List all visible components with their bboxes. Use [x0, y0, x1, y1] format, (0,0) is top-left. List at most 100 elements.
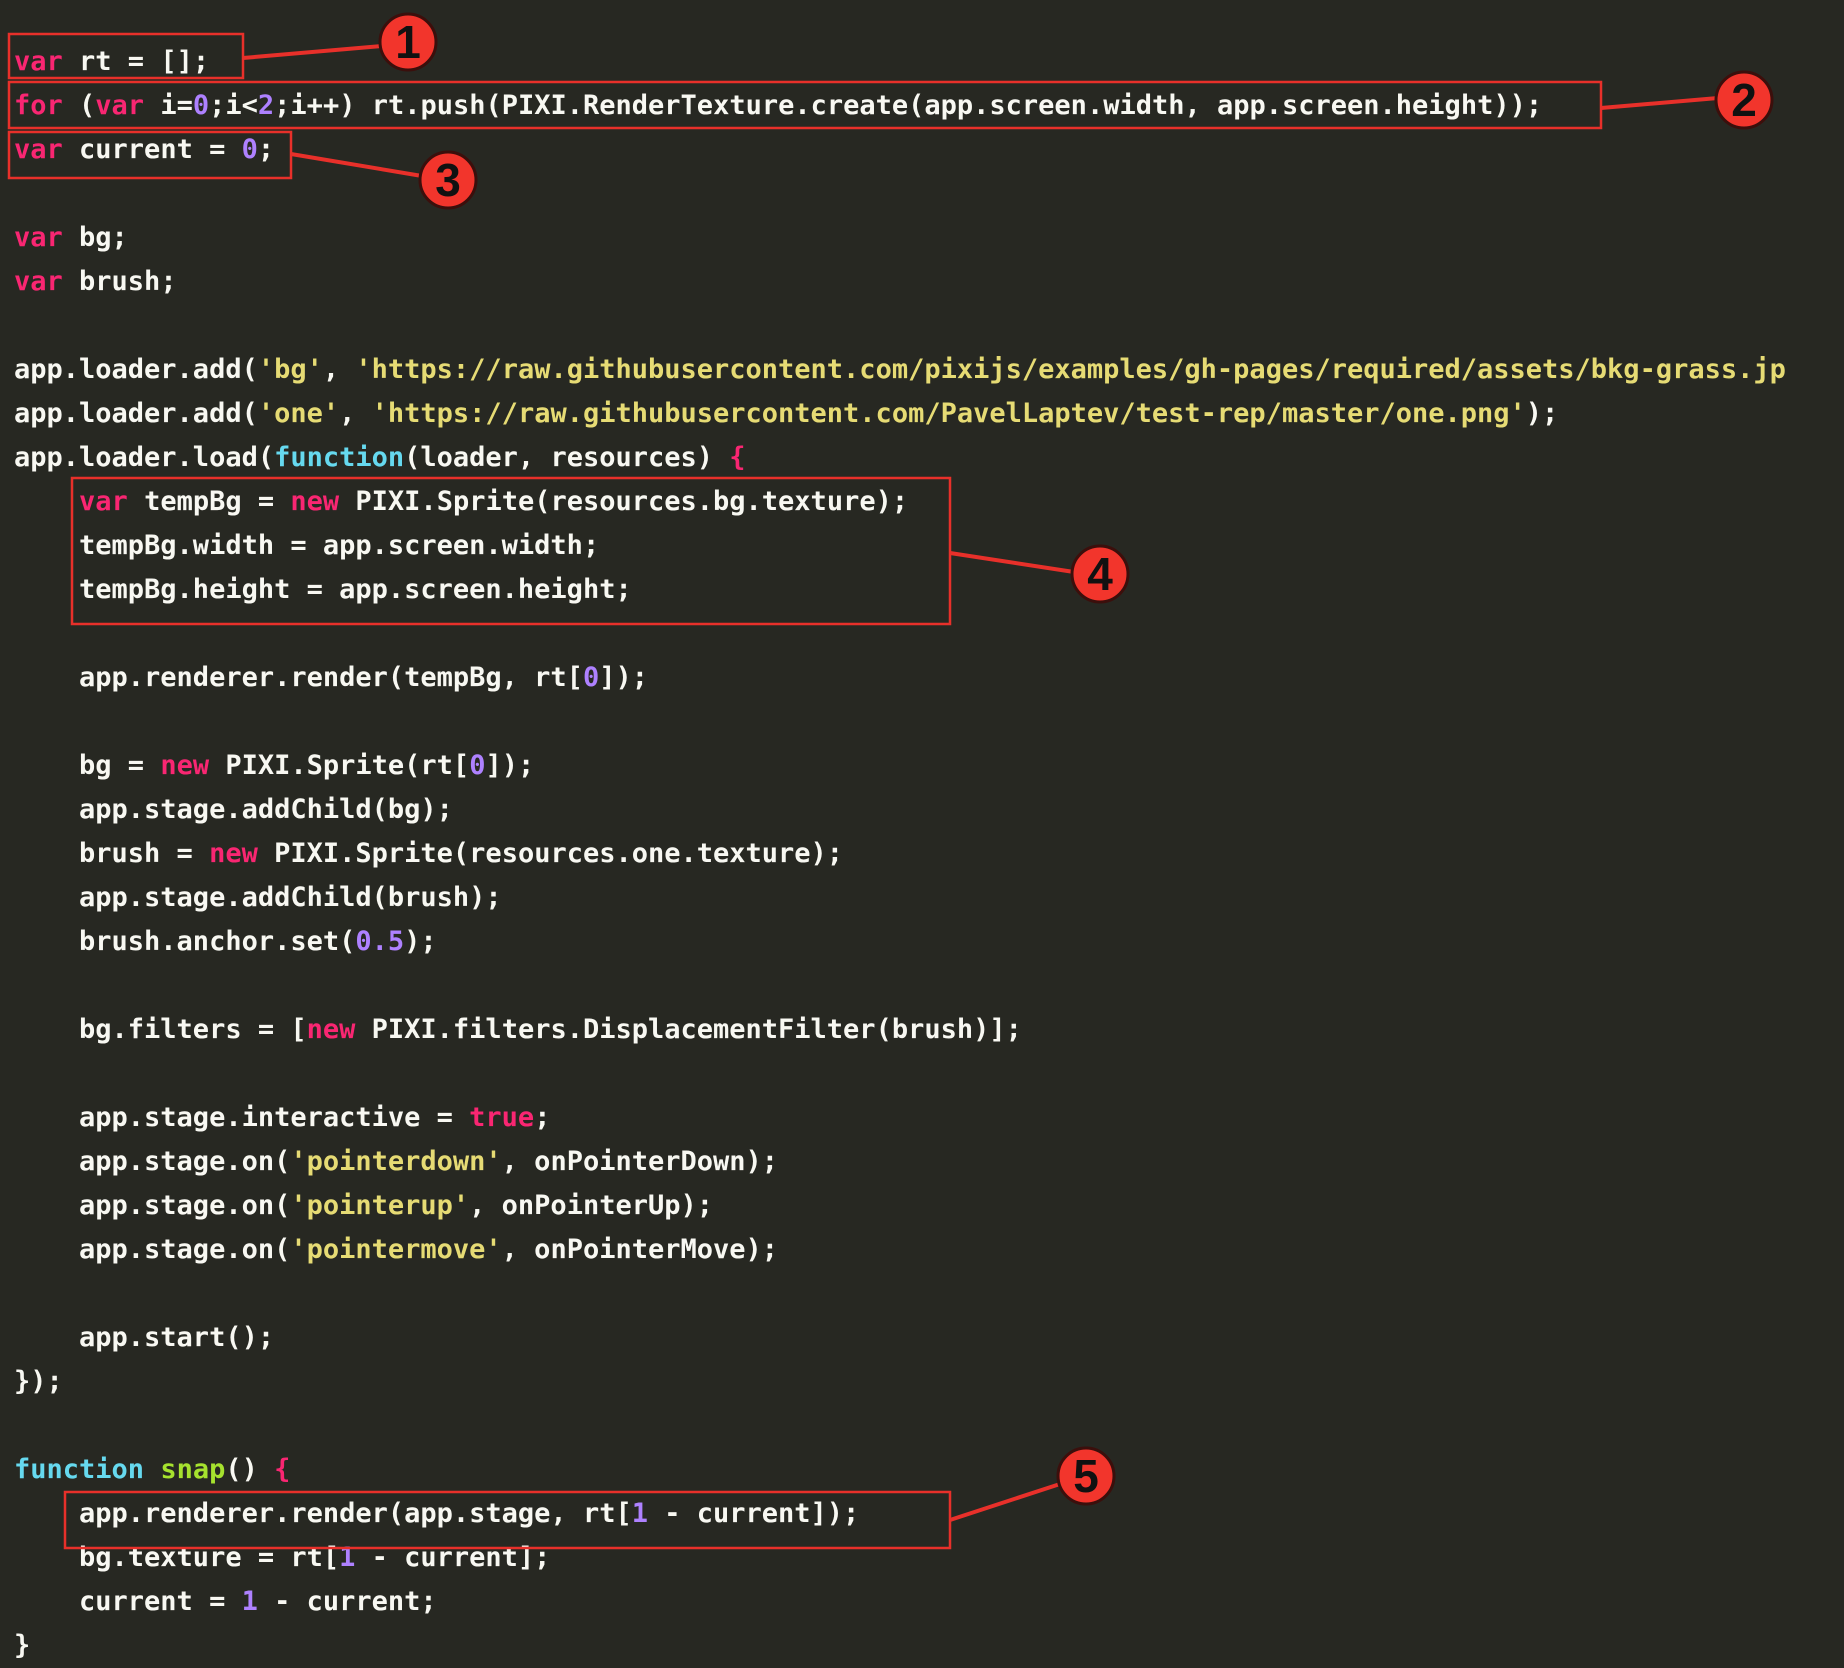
- code-line: app.loader.add('one', 'https://raw.githu…: [14, 392, 1786, 436]
- code-text: , onPointerMove);: [501, 1234, 779, 1265]
- code-line: app.stage.on('pointerup', onPointerUp);: [14, 1184, 1786, 1228]
- number-token: 0.5: [355, 926, 405, 957]
- code-text: current =: [62, 134, 242, 165]
- keyword-token: new: [306, 1014, 356, 1045]
- code-text: PIXI.Sprite(resources.bg.texture);: [339, 486, 909, 517]
- code-text: bg.filters = [: [14, 1014, 307, 1045]
- code-text: brush;: [62, 266, 177, 297]
- code-line: var bg;: [14, 216, 1786, 260]
- number-token: 1: [339, 1542, 356, 1573]
- code-text: app.loader.load(: [14, 442, 275, 473]
- code-text: PIXI.Sprite(resources.one.texture);: [257, 838, 844, 869]
- code-text: ;i<: [209, 90, 258, 121]
- keyword-token: true: [469, 1102, 535, 1133]
- number-token: 0: [469, 750, 486, 781]
- code-text: ]);: [485, 750, 535, 781]
- code-text: ;i++) rt.push(PIXI.RenderTexture.create(…: [274, 90, 1543, 121]
- code-text: , onPointerDown);: [501, 1146, 779, 1177]
- code-line: brush.anchor.set(0.5);: [14, 920, 1786, 964]
- code-text: ,: [339, 398, 372, 429]
- brace-token: {: [274, 1454, 291, 1485]
- code-line: app.renderer.render(app.stage, rt[1 - cu…: [14, 1492, 1786, 1536]
- code-text: - current;: [257, 1586, 437, 1617]
- code-line: bg.texture = rt[1 - current];: [14, 1536, 1786, 1580]
- code-text: app.stage.interactive =: [14, 1102, 470, 1133]
- code-text: bg =: [14, 750, 161, 781]
- keyword-token: new: [209, 838, 258, 869]
- code-text: rt = [];: [62, 46, 210, 77]
- code-line: tempBg.width = app.screen.width;: [14, 524, 1786, 568]
- number-token: 1: [631, 1498, 648, 1529]
- code-text: ,: [322, 354, 356, 385]
- number-token: 0: [582, 662, 600, 693]
- string-token: 'one': [257, 398, 340, 429]
- number-token: 0: [241, 134, 258, 165]
- code-text: bg;: [62, 222, 128, 253]
- code-text: tempBg.height = app.screen.height;: [14, 574, 632, 605]
- code-line: app.start();: [14, 1316, 1786, 1360]
- code-line: brush = new PIXI.Sprite(resources.one.te…: [14, 832, 1786, 876]
- function-name-token: snap: [160, 1454, 226, 1485]
- code-line: current = 1 - current;: [14, 1580, 1786, 1624]
- code-text: i=: [144, 90, 193, 121]
- code-text: PIXI.filters.DisplacementFilter(brush)];: [355, 1014, 1022, 1045]
- code-text: }: [14, 1630, 31, 1661]
- code-line: app.stage.interactive = true;: [14, 1096, 1786, 1140]
- string-token: 'pointermove': [290, 1234, 502, 1265]
- code-line: app.stage.addChild(bg);: [14, 788, 1786, 832]
- string-token: 'pointerup': [290, 1190, 470, 1221]
- code-block: var rt = []; for (var i=0;i<2;i++) rt.pus…: [14, 40, 1786, 1668]
- keyword-token: new: [290, 486, 340, 517]
- code-text: (loader, resources): [404, 442, 730, 473]
- keyword-token: var: [14, 134, 63, 165]
- code-text: ;: [534, 1102, 551, 1133]
- brace-token: {: [729, 442, 746, 473]
- code-text: app.start();: [14, 1322, 275, 1353]
- code-text: app.stage.on(: [14, 1146, 291, 1177]
- code-text: tempBg.width = app.screen.width;: [14, 530, 600, 561]
- code-text: PIXI.Sprite(rt[: [209, 750, 470, 781]
- code-text: app.loader.add(: [14, 398, 258, 429]
- code-line: app.renderer.render(tempBg, rt[0]);: [14, 656, 1786, 700]
- code-line: var current = 0;: [14, 128, 1786, 172]
- code-line: app.loader.load(function(loader, resourc…: [14, 436, 1786, 480]
- code-text: brush.anchor.set(: [14, 926, 356, 957]
- code-text: current =: [14, 1586, 242, 1617]
- number-token: 0: [192, 90, 210, 121]
- code-text: );: [1525, 398, 1559, 429]
- code-text: - current];: [355, 1542, 551, 1573]
- string-token: 'https://raw.githubusercontent.com/pixij…: [355, 354, 1786, 385]
- keyword-token: new: [160, 750, 210, 781]
- code-text: app.stage.on(: [14, 1234, 291, 1265]
- code-text: , onPointerUp);: [469, 1190, 713, 1221]
- function-keyword-token: function: [14, 1454, 145, 1485]
- code-line: var tempBg = new PIXI.Sprite(resources.b…: [14, 480, 1786, 524]
- code-line: var rt = [];: [14, 40, 1786, 84]
- code-editor[interactable]: var rt = []; for (var i=0;i<2;i++) rt.pus…: [0, 0, 1844, 1668]
- code-line: app.stage.on('pointermove', onPointerMov…: [14, 1228, 1786, 1272]
- keyword-token: for: [14, 90, 63, 121]
- function-keyword-token: function: [274, 442, 405, 473]
- code-text: (: [62, 90, 96, 121]
- code-text: bg.texture = rt[: [14, 1542, 340, 1573]
- code-text: tempBg =: [127, 486, 291, 517]
- code-line: tempBg.height = app.screen.height;: [14, 568, 1786, 612]
- code-text: );: [404, 926, 437, 957]
- string-token: 'pointerdown': [290, 1146, 502, 1177]
- code-text: (): [225, 1454, 275, 1485]
- string-token: 'bg': [257, 354, 323, 385]
- keyword-token: var: [79, 486, 128, 517]
- code-line: app.stage.on('pointerdown', onPointerDow…: [14, 1140, 1786, 1184]
- keyword-token: var: [14, 46, 63, 77]
- keyword-token: var: [95, 90, 145, 121]
- code-text: });: [14, 1366, 63, 1397]
